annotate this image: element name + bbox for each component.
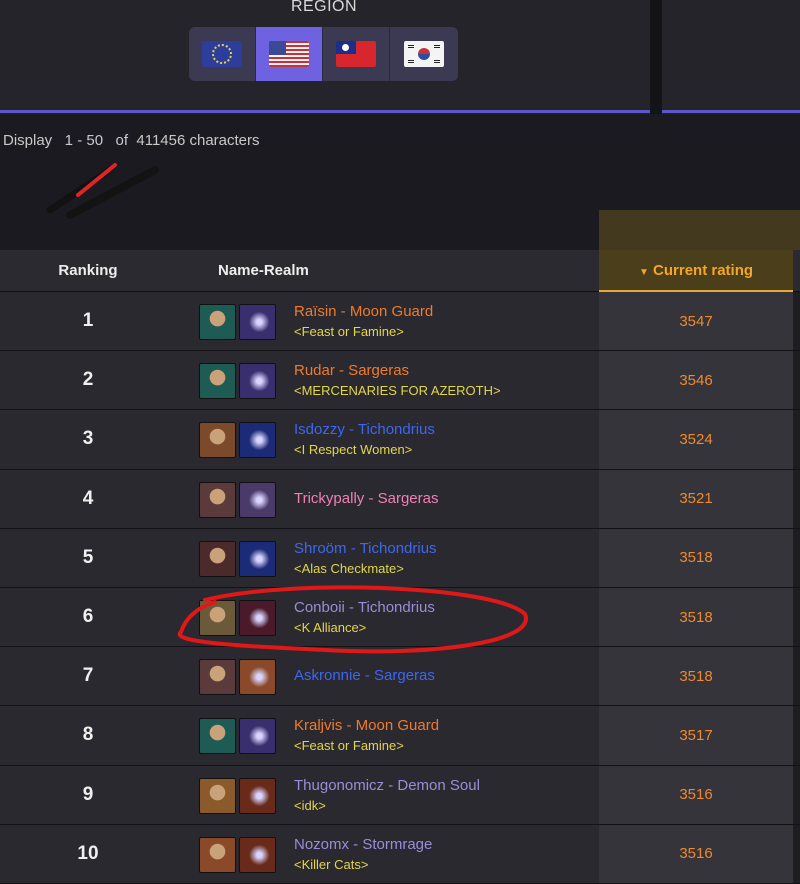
character-name-link[interactable]: Trickypally - Sargeras bbox=[294, 489, 438, 509]
rank-cell: 7 bbox=[82, 665, 94, 687]
table-body: 1 Raïsin - Moon Guard <Feast or Famine> … bbox=[0, 292, 800, 884]
character-name-link[interactable]: Rudar - Sargeras bbox=[294, 361, 501, 381]
spec-icon[interactable] bbox=[239, 481, 276, 518]
header-rating-label: Current rating bbox=[653, 262, 754, 279]
region-selector bbox=[189, 27, 458, 81]
table-row[interactable]: 5 Shroöm - Tichondrius <Alas Checkmate> … bbox=[0, 528, 800, 588]
spec-icon[interactable] bbox=[239, 304, 276, 340]
rating-header-band bbox=[599, 210, 800, 250]
guild-name: <Killer Cats> bbox=[294, 856, 369, 872]
right-panel bbox=[662, 0, 800, 114]
rating-cell: 3516 bbox=[599, 765, 793, 824]
rank-cell: 2 bbox=[82, 369, 94, 391]
rank-cell: 4 bbox=[82, 487, 94, 509]
table-row[interactable]: 10 Nozomx - Stormrage <Killer Cats> 3516 bbox=[0, 824, 800, 884]
guild-name: <MERCENARIES FOR AZEROTH> bbox=[294, 383, 501, 399]
rank-cell: 5 bbox=[82, 546, 94, 568]
rating-cell: 3516 bbox=[599, 824, 793, 883]
character-portrait[interactable] bbox=[199, 718, 236, 755]
spec-icon[interactable] bbox=[239, 363, 276, 400]
table-row[interactable]: 8 Kraljvis - Moon Guard <Feast or Famine… bbox=[0, 706, 800, 766]
rating-cell: 3546 bbox=[599, 351, 793, 410]
rank-cell: 3 bbox=[82, 428, 94, 450]
guild-name: <Feast or Famine> bbox=[294, 738, 404, 754]
table-row[interactable]: 7 Askronnie - Sargeras 3518 bbox=[0, 647, 800, 707]
rank-cell: 6 bbox=[82, 606, 94, 628]
eu-flag-icon bbox=[202, 41, 242, 67]
character-name-link[interactable]: Isdozzy - Tichondrius bbox=[294, 420, 435, 440]
table-header: Ranking Name-Realm ▼ Current rating bbox=[0, 250, 800, 292]
table-row[interactable]: 9 Thugonomicz - Demon Soul <idk> 3516 bbox=[0, 765, 800, 825]
character-portrait[interactable] bbox=[199, 422, 236, 459]
character-portrait[interactable] bbox=[199, 304, 236, 340]
table-row[interactable]: 3 Isdozzy - Tichondrius <I Respect Women… bbox=[0, 410, 800, 470]
spec-icon[interactable] bbox=[239, 599, 276, 636]
rating-cell: 3521 bbox=[599, 469, 793, 528]
header-name-realm[interactable]: Name-Realm bbox=[218, 250, 309, 292]
rating-cell: 3518 bbox=[599, 647, 793, 706]
panel-underline bbox=[0, 110, 800, 113]
region-tw-button[interactable] bbox=[323, 27, 390, 81]
rank-cell: 9 bbox=[82, 783, 94, 805]
region-title: REGION bbox=[290, 0, 358, 15]
spec-icon[interactable] bbox=[239, 422, 276, 459]
character-name-link[interactable]: Thugonomicz - Demon Soul bbox=[294, 776, 480, 796]
scribble-annotation bbox=[46, 163, 159, 219]
table-row[interactable]: 1 Raïsin - Moon Guard <Feast or Famine> … bbox=[0, 292, 800, 352]
display-count: Display 1 - 50 of 411456 characters bbox=[3, 132, 260, 149]
header-current-rating[interactable]: ▼ Current rating bbox=[599, 250, 793, 292]
table-row[interactable]: 2 Rudar - Sargeras <MERCENARIES FOR AZER… bbox=[0, 351, 800, 411]
spec-icon[interactable] bbox=[239, 540, 276, 577]
table-row[interactable]: 6 Conboii - Tichondrius <K Alliance> 351… bbox=[0, 587, 800, 648]
table-row[interactable]: 4 Trickypally - Sargeras 3521 bbox=[0, 469, 800, 529]
character-name-link[interactable]: Kraljvis - Moon Guard bbox=[294, 716, 439, 736]
tw-flag-icon bbox=[336, 41, 376, 67]
region-us-button[interactable] bbox=[256, 27, 323, 81]
panel-divider bbox=[650, 0, 662, 114]
spec-icon[interactable] bbox=[239, 718, 276, 755]
spec-icon[interactable] bbox=[239, 659, 276, 696]
rating-cell: 3524 bbox=[599, 410, 793, 469]
region-eu-button[interactable] bbox=[189, 27, 256, 81]
guild-name: <K Alliance> bbox=[294, 619, 367, 635]
guild-name: <I Respect Women> bbox=[294, 442, 413, 458]
rating-cell: 3518 bbox=[599, 587, 793, 647]
rating-cell: 3518 bbox=[599, 528, 793, 587]
character-portrait[interactable] bbox=[199, 363, 236, 400]
us-flag-icon bbox=[269, 41, 309, 67]
header-ranking[interactable]: Ranking bbox=[40, 250, 136, 292]
character-name-link[interactable]: Raïsin - Moon Guard bbox=[294, 302, 433, 322]
character-name-link[interactable]: Conboii - Tichondrius bbox=[294, 598, 435, 618]
spec-icon[interactable] bbox=[239, 777, 276, 814]
rank-cell: 8 bbox=[82, 724, 94, 746]
character-name-link[interactable]: Askronnie - Sargeras bbox=[294, 666, 435, 686]
region-kr-button[interactable] bbox=[390, 27, 457, 81]
character-portrait[interactable] bbox=[199, 777, 236, 814]
kr-flag-icon bbox=[403, 41, 444, 67]
character-name-link[interactable]: Shroöm - Tichondrius bbox=[294, 539, 437, 559]
rating-cell: 3547 bbox=[599, 292, 793, 351]
guild-name: <Feast or Famine> bbox=[294, 324, 404, 339]
rank-cell: 1 bbox=[82, 310, 94, 332]
spec-icon[interactable] bbox=[239, 836, 276, 873]
character-portrait[interactable] bbox=[199, 659, 236, 696]
guild-name: <Alas Checkmate> bbox=[294, 560, 404, 576]
character-portrait[interactable] bbox=[199, 599, 236, 636]
character-name-link[interactable]: Nozomx - Stormrage bbox=[294, 835, 432, 855]
character-portrait[interactable] bbox=[199, 481, 236, 518]
rank-cell: 10 bbox=[77, 842, 99, 864]
character-portrait[interactable] bbox=[199, 836, 236, 873]
guild-name: <idk> bbox=[294, 797, 326, 813]
rating-cell: 3517 bbox=[599, 706, 793, 765]
sort-desc-icon: ▼ bbox=[638, 267, 649, 278]
leaderboard-table: Ranking Name-Realm ▼ Current rating 1 Ra… bbox=[0, 250, 800, 884]
character-portrait[interactable] bbox=[199, 540, 236, 577]
